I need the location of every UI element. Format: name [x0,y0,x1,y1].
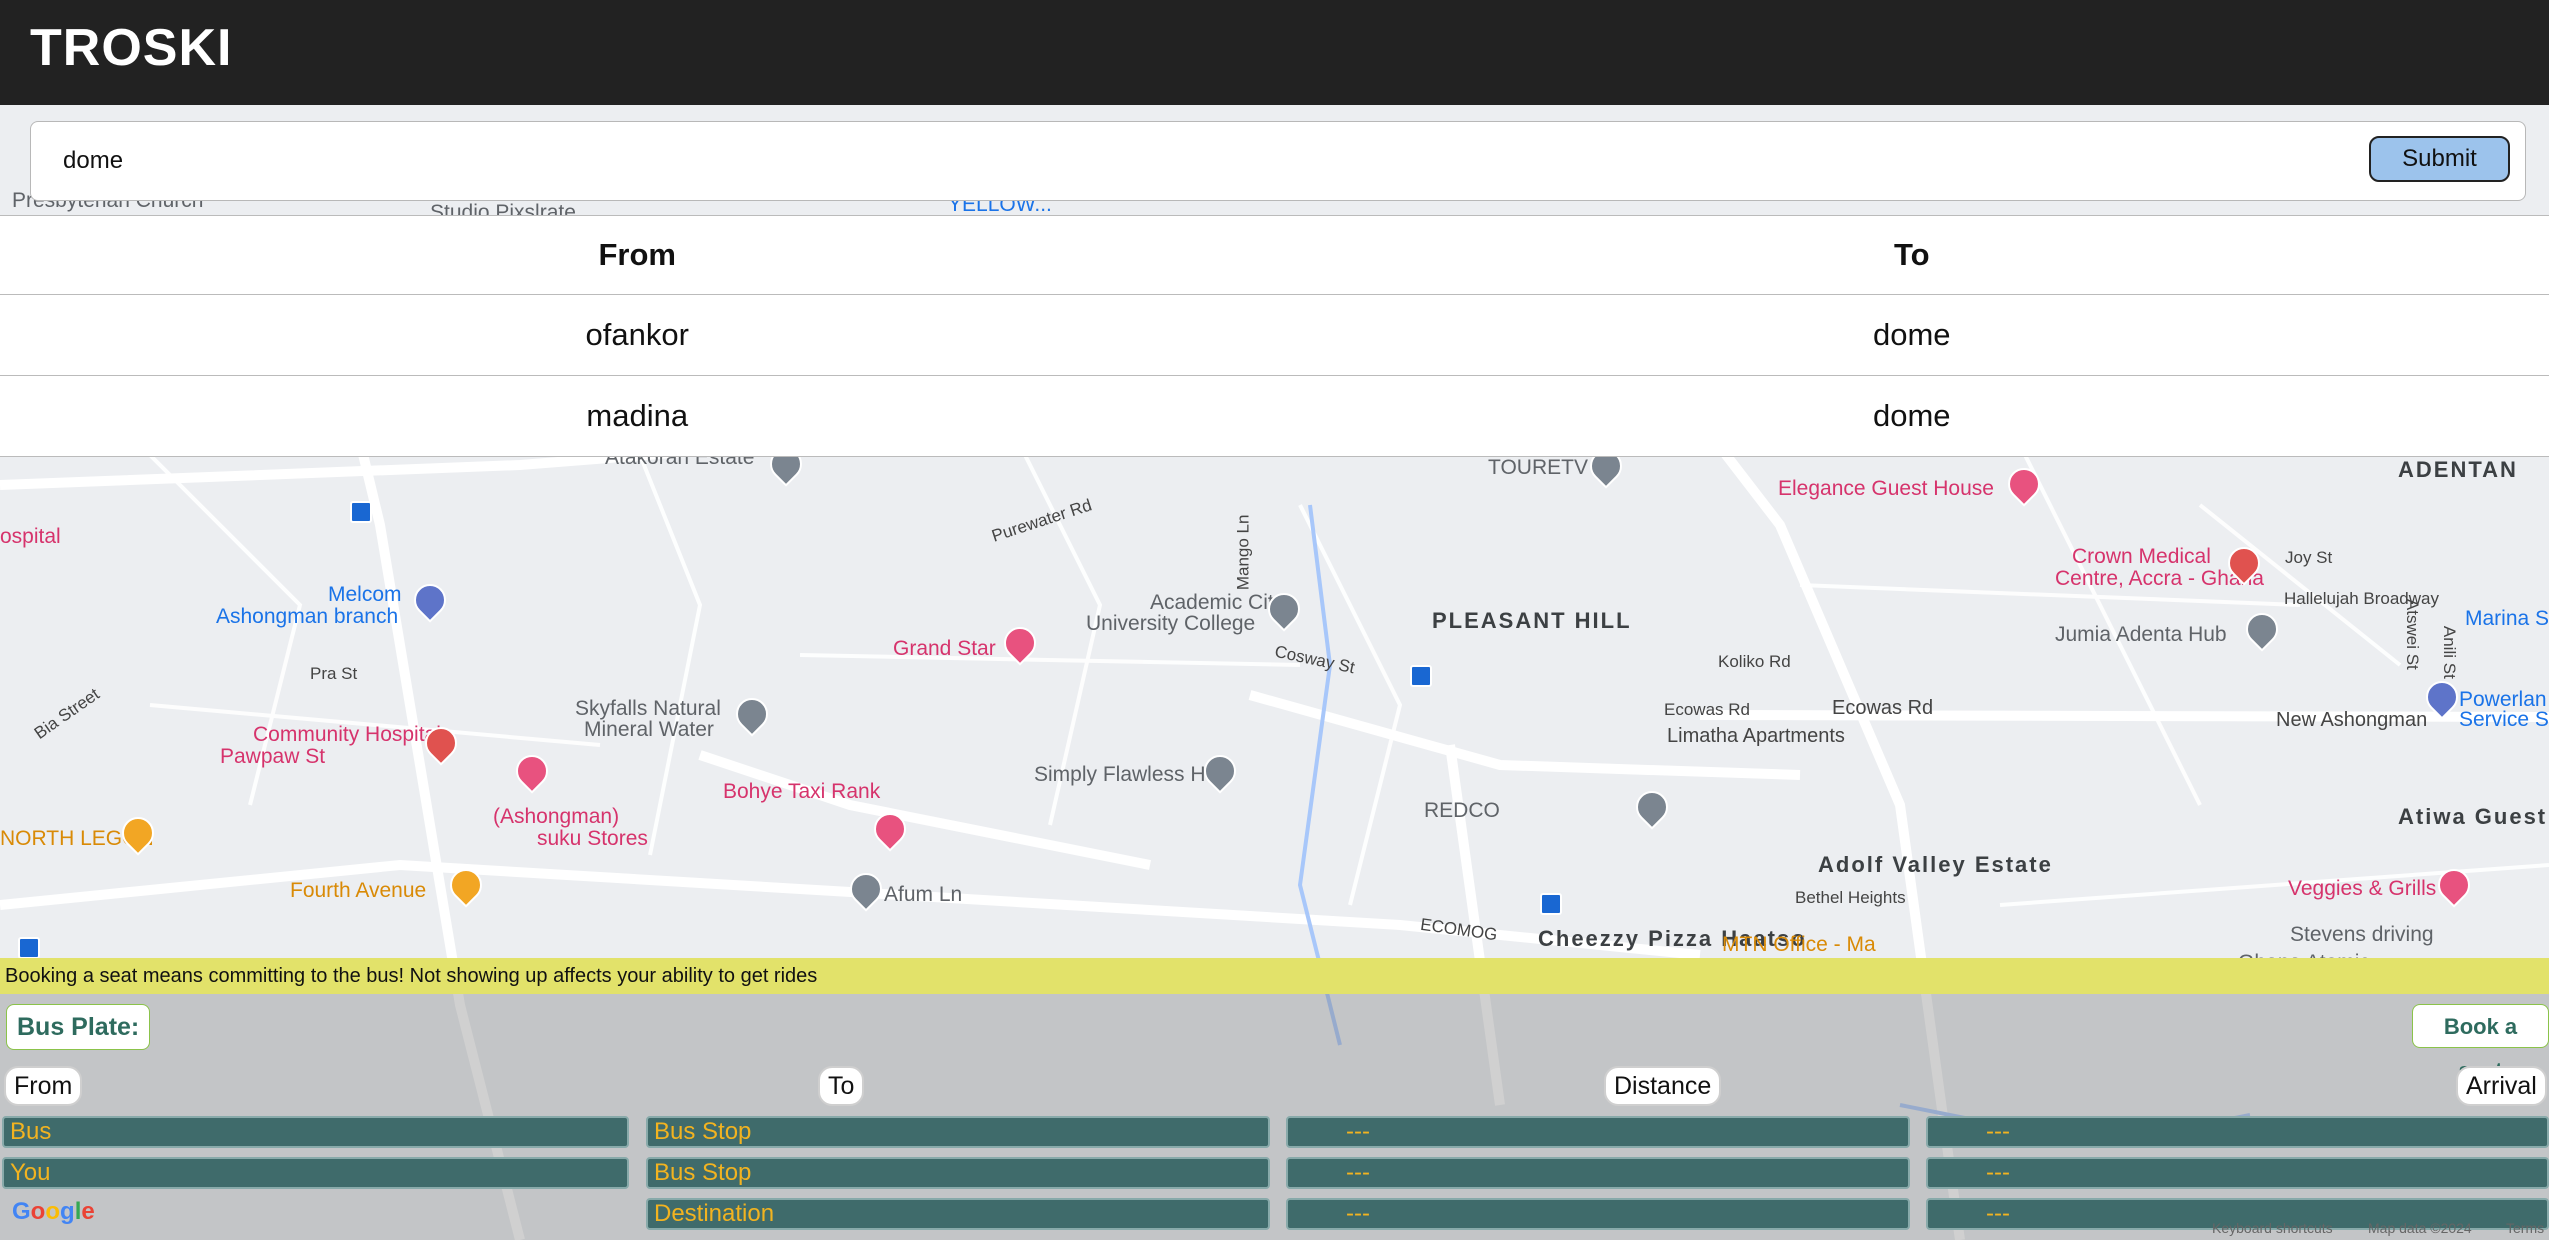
map-label: Skyfalls Natural [575,697,721,720]
map-label: Veggies & Grills [2288,877,2437,900]
map-label: Mineral Water [584,718,714,741]
app-header: TROSKI [0,0,2549,105]
map-label: Hallelujah Broadway [2284,589,2439,608]
trip-arrival-cell: --- [1926,1116,2549,1148]
bus-stop-icon[interactable] [1410,665,1432,687]
map-data-attribution: Map data ©2024 [2368,1220,2472,1236]
booking-warning: Booking a seat means committing to the b… [0,958,2549,994]
map-label: PLEASANT HILL [1432,608,1632,633]
terms-link[interactable]: Terms [2506,1220,2544,1236]
map-label: Limatha Apartments [1667,725,1845,747]
map-label: MTN Office - Ma [1722,933,1876,956]
map-label: Marina S [2465,607,2549,630]
destination-input[interactable] [61,140,2365,182]
map-label: Afum Ln [884,883,963,906]
route-from: madina [0,375,1275,457]
map-label: Pra St [310,664,358,683]
booking-panel: Booking a seat means committing to the b… [0,958,2549,1240]
trip-arrival-cell: --- [1926,1157,2549,1189]
map-label: ospital [0,525,61,548]
map-label: Melcom [328,583,402,606]
trip-to-cell: Destination [646,1198,1270,1230]
trip-distance-cell: --- [1286,1116,1910,1148]
bus-stop-icon[interactable] [1540,893,1562,915]
map-label: ADENTAN [2398,457,2518,482]
map-label: Simply Flawless Hair [1034,763,1229,786]
map-label: TOURETV [1488,456,1588,479]
map-label: Ecowas Rd [1832,697,1934,719]
map-label: Ecowas Rd [1664,700,1750,719]
map-label: Elegance Guest House [1778,477,1994,500]
map-label: (Ashongman) [493,805,620,828]
column-header-from: From [0,215,1275,295]
keyboard-shortcuts-link[interactable]: Keyboard shortcuts [2212,1220,2333,1236]
routes-table: From To ofankor dome madina dome [0,215,2549,457]
trip-from-cell: You [2,1157,629,1189]
submit-button[interactable]: Submit [2369,136,2510,182]
column-from: From [4,1066,83,1106]
bus-plate-label: Bus Plate: [6,1004,151,1050]
table-row[interactable]: ofankor dome [0,294,2549,376]
map-label: Atiwa Guest House [2398,804,2549,829]
column-distance: Distance [1604,1066,1722,1106]
map-label: University College [1086,612,1256,635]
bus-stop-icon[interactable] [350,501,372,523]
trip-to-cell: Bus Stop [646,1157,1270,1189]
trip-from-cell: Bus [2,1116,629,1148]
bus-stop-icon[interactable] [18,937,40,959]
trip-distance-cell: --- [1286,1157,1910,1189]
map-label: Adolf Valley Estate [1818,852,2053,877]
map-label: Service S [2459,708,2549,731]
route-to: dome [1274,294,2549,376]
column-header-to: To [1274,215,2549,295]
map-label: Stevens driving [2290,923,2434,946]
trip-distance-cell: --- [1286,1198,1910,1230]
map-label: Fourth Avenue [290,879,427,902]
google-logo[interactable]: Google [12,1198,95,1226]
map-label: Bohye Taxi Rank [723,780,881,803]
map-label: Pawpaw St [220,745,326,768]
map-label: Grand Star [893,637,996,660]
column-to: To [818,1066,865,1106]
map-label: Atswei St [2402,598,2422,670]
book-seat-button[interactable]: Book a seat [2412,1004,2549,1083]
map-label: Crown Medical [2072,545,2211,568]
map-label: Academic City [1150,591,1285,614]
map-label: Jumia Adenta Hub [2055,623,2227,646]
map-label: Mango Ln [1233,514,1253,591]
map-label: Koliko Rd [1718,652,1791,671]
map-label: Anili St [2439,625,2459,679]
app-title: TROSKI [30,19,233,77]
map-label: REDCO [1424,799,1500,822]
map-label: Community Hospital [253,723,441,746]
route-from: ofankor [0,294,1275,376]
trip-to-cell: Bus Stop [646,1116,1270,1148]
map-label: New Ashongman [2276,709,2428,731]
table-row[interactable]: madina dome [0,375,2549,457]
map-label: Ashongman branch [216,605,399,628]
map-label: Bethel Heights [1795,888,1906,907]
route-to: dome [1274,375,2549,457]
search-form: Submit [30,121,2526,201]
map-label: suku Stores [537,827,648,850]
column-arrival: Arrival [2456,1066,2547,1106]
map-label: Joy St [2285,548,2333,567]
table-header-row: From To [0,215,2549,295]
